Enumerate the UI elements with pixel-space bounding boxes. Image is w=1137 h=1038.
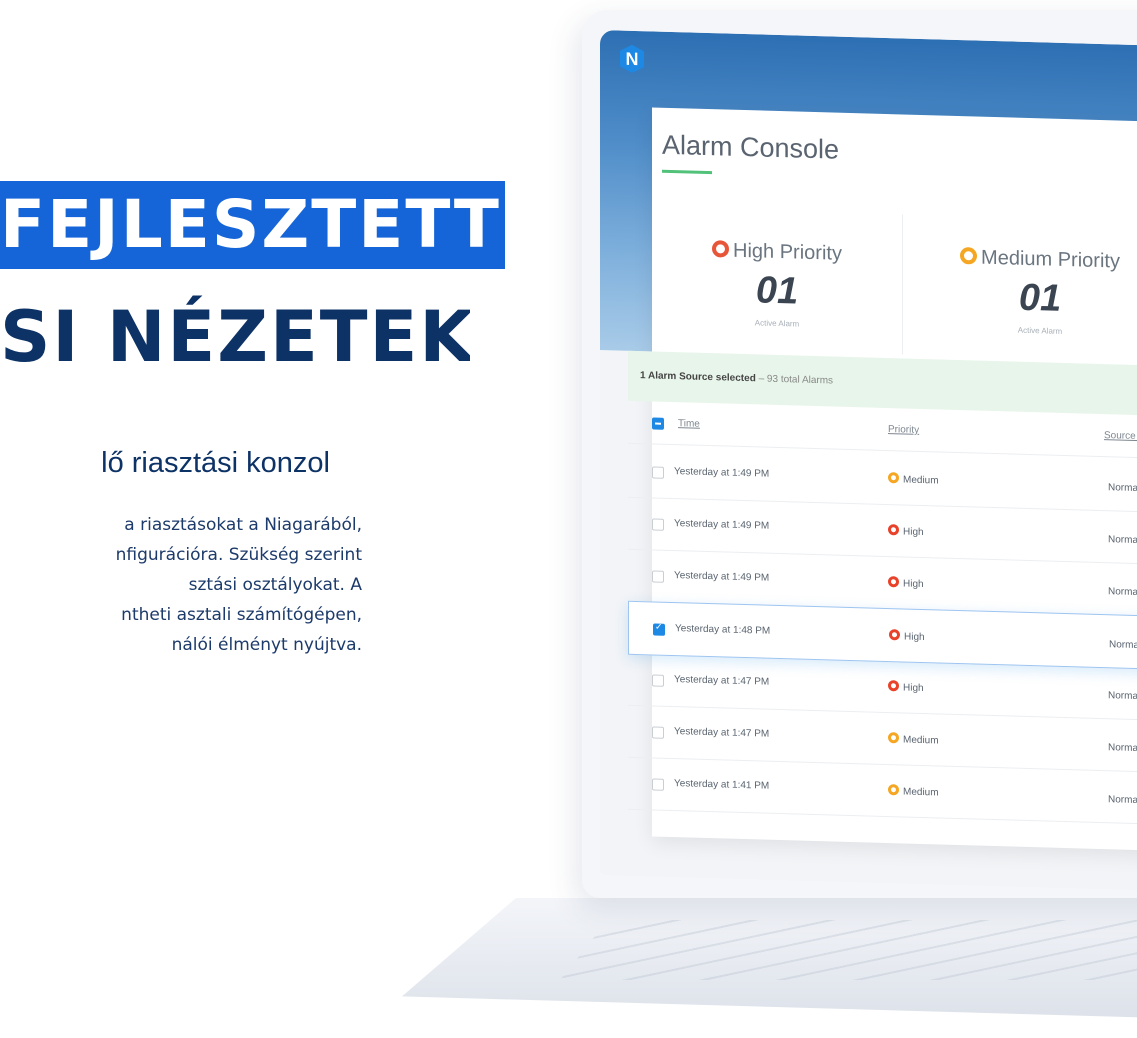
kpi-label: Medium Priority [981, 246, 1120, 273]
description-paragraph: a riasztásokat a Niagarából, nfigurációr… [0, 510, 362, 660]
row-checkbox[interactable] [652, 518, 664, 531]
alarm-bell-icon [888, 524, 899, 536]
kpi-medium-priority[interactable]: Medium Priority 01 Active Alarm [900, 214, 1137, 363]
row-priority: Medium [888, 784, 939, 798]
row-source-state: Normal [1108, 534, 1137, 547]
column-header-source[interactable]: Source S [1104, 430, 1137, 442]
row-checkbox[interactable] [652, 726, 664, 739]
row-priority-label: High [903, 578, 924, 591]
row-priority: High [888, 576, 924, 590]
title-underline [662, 169, 712, 175]
row-priority: High [888, 524, 924, 538]
paragraph-line: nfigurációra. Szükség szerint [115, 545, 362, 565]
kpi-sublabel: Active Alarm [1017, 325, 1063, 336]
row-checkbox[interactable] [652, 466, 664, 479]
row-source-state: Normal [1108, 794, 1137, 807]
laptop-screen: N Alarm Console High Priority 01 Active … [600, 30, 1137, 891]
page-title: Alarm Console [662, 129, 840, 165]
alarm-console-panel: Alarm Console High Priority 01 Active Al… [628, 107, 1137, 851]
row-priority-label: High [903, 526, 924, 539]
row-source-state: Normal [1108, 742, 1137, 755]
row-time: Yesterday at 1:48 PM [675, 623, 771, 637]
row-time: Yesterday at 1:41 PM [674, 778, 770, 792]
row-checkbox[interactable] [652, 570, 664, 583]
row-priority: Medium [888, 732, 939, 746]
subtitle: lő riasztási konzol [101, 447, 330, 479]
alarm-bell-icon [889, 629, 900, 641]
selection-count: 1 Alarm Source selected [640, 370, 756, 385]
kpi-high-priority[interactable]: High Priority 01 Active Alarm [652, 207, 903, 355]
kpi-value: 01 [1018, 276, 1062, 320]
row-priority: Medium [888, 472, 939, 486]
row-checkbox[interactable] [652, 674, 664, 687]
select-all-checkbox[interactable] [652, 417, 664, 430]
row-time: Yesterday at 1:47 PM [674, 674, 770, 688]
alarm-bell-icon [888, 472, 899, 484]
laptop-keyboard [560, 920, 1137, 980]
kpi-value: 01 [755, 269, 799, 313]
row-time: Yesterday at 1:49 PM [674, 570, 770, 584]
paragraph-line: a riasztásokat a Niagarából, [124, 515, 362, 535]
row-priority: High [888, 680, 924, 694]
row-time: Yesterday at 1:49 PM [674, 466, 770, 480]
row-priority-label: High [904, 631, 925, 644]
alarm-bell-icon [960, 247, 978, 265]
row-source-state: Normal [1108, 482, 1137, 495]
row-priority-label: Medium [903, 734, 939, 747]
paragraph-line: nálói élményt nyújtva. [171, 635, 362, 655]
row-priority-label: Medium [903, 474, 939, 487]
row-time: Yesterday at 1:49 PM [674, 518, 770, 532]
row-source-state: Normal [1108, 690, 1137, 703]
row-priority-label: Medium [903, 786, 939, 799]
kpi-sublabel: Active Alarm [754, 318, 800, 329]
alarm-bell-icon [712, 240, 730, 258]
kpi-label: High Priority [733, 239, 842, 265]
column-header-time[interactable]: Time [678, 418, 700, 430]
alarm-bell-icon [888, 576, 899, 588]
headline-line-1: FEJLESZTETT [0, 181, 505, 269]
row-checkbox[interactable] [653, 623, 665, 636]
alarm-bell-icon [888, 732, 899, 744]
row-source-state: Normal [1109, 639, 1137, 652]
row-priority-label: High [903, 682, 924, 695]
row-time: Yesterday at 1:47 PM [674, 726, 770, 740]
row-source-state: Normal [1108, 586, 1137, 599]
row-checkbox[interactable] [652, 778, 664, 791]
alarm-bell-icon [888, 680, 899, 692]
selection-total: – 93 total Alarms [755, 373, 834, 387]
column-header-priority[interactable]: Priority [888, 424, 919, 436]
paragraph-line: sztási osztályokat. A [188, 575, 362, 595]
row-priority: High [889, 629, 925, 643]
alarm-bell-icon [888, 784, 899, 796]
paragraph-line: ntheti asztali számítógépen, [121, 605, 362, 625]
headline-line-2: SI NÉZETEK [0, 296, 470, 378]
